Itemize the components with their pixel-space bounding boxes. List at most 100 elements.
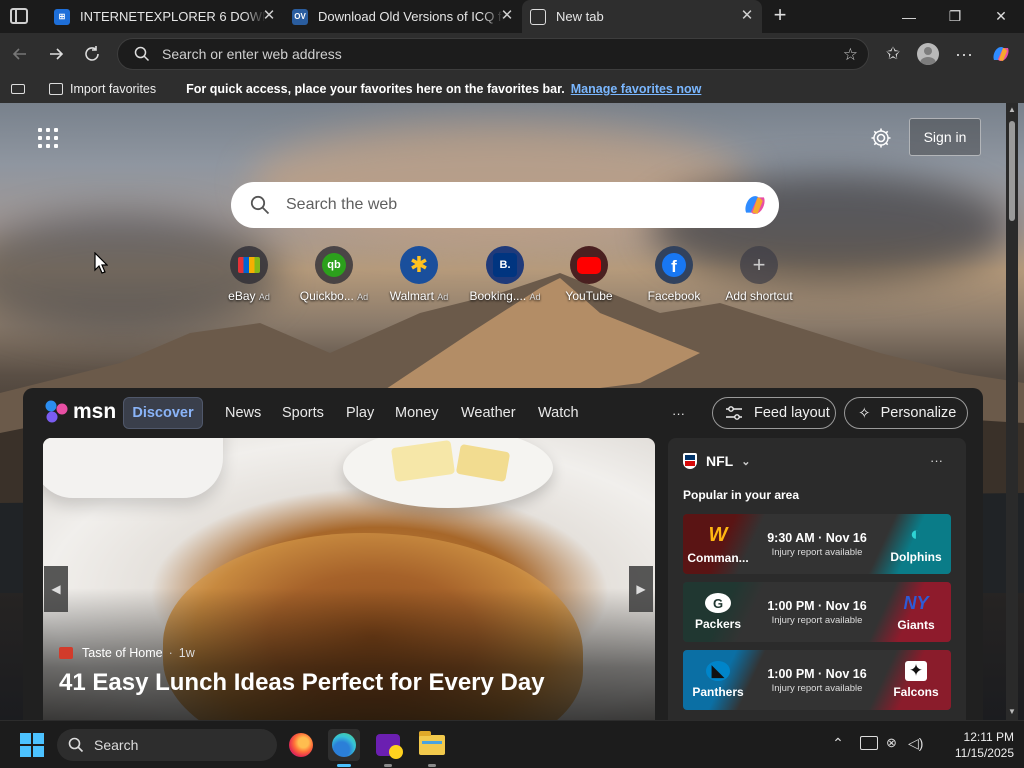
refresh-button[interactable]	[79, 41, 105, 67]
shortcut-quickbooks[interactable]: qb Quickbo... Ad	[291, 246, 377, 303]
profile-avatar-icon[interactable]	[915, 41, 941, 67]
packers-logo: G	[705, 593, 731, 613]
tab-icq-download[interactable]: OV Download Old Versions of ICQ for ✕	[284, 0, 522, 33]
shortcut-ebay[interactable]: eBay Ad	[206, 246, 292, 303]
ad-badge: Ad	[258, 292, 270, 302]
carousel-next-button[interactable]: ▶	[629, 566, 653, 612]
close-tab-icon[interactable]: ✕	[740, 8, 754, 23]
edge-icon[interactable]	[328, 729, 360, 767]
shortcut-youtube[interactable]: YouTube	[546, 246, 632, 303]
import-icon	[49, 83, 63, 95]
settings-more-icon[interactable]: ···	[951, 41, 977, 67]
team-name: Panthers	[692, 685, 744, 699]
search-icon	[250, 195, 270, 215]
tab-watch[interactable]: Watch	[538, 397, 579, 429]
team-name: Packers	[694, 617, 742, 631]
game-row[interactable]: ◣ Panthers 1:00 PM · Nov 16 Injury repor…	[683, 650, 951, 710]
shortcut-facebook[interactable]: f Facebook	[631, 246, 717, 303]
article-headline[interactable]: 41 Easy Lunch Ideas Perfect for Every Da…	[59, 669, 545, 697]
start-button[interactable]	[16, 729, 48, 761]
tab-internetexplorer[interactable]: ⊞ INTERNETEXPLORER 6 DOWNLOAD ✕	[44, 0, 284, 33]
import-favorites-button[interactable]: Import favorites	[70, 82, 156, 96]
newtab-icon	[530, 8, 546, 25]
icq-yahoo-app-icon[interactable]	[372, 729, 404, 767]
tab-actions-icon[interactable]	[10, 8, 28, 24]
tab-weather[interactable]: Weather	[461, 397, 516, 429]
feed-layout-button[interactable]: Feed layout	[712, 397, 836, 429]
tab-money[interactable]: Money	[395, 397, 439, 429]
tab-new-tab[interactable]: New tab ✕	[522, 0, 762, 33]
address-input[interactable]: Search or enter web address	[162, 46, 342, 62]
forward-button[interactable]	[43, 41, 69, 67]
nfl-shield-icon	[683, 453, 697, 469]
apps-launcher-icon[interactable]	[38, 128, 58, 148]
league-selector[interactable]: NFL ⌄	[683, 453, 750, 469]
favorites-icon[interactable]: ✩	[880, 41, 906, 67]
game-time: 1:00 PM · Nov 16	[767, 666, 867, 681]
new-tab-button[interactable]: +	[768, 4, 792, 28]
game-row[interactable]: W Comman... 9:30 AM · Nov 16 Injury repo…	[683, 514, 951, 574]
panther-icon: ◣	[706, 661, 730, 681]
personalize-button[interactable]: ✧ Personalize	[844, 397, 968, 429]
carousel-prev-button[interactable]: ◀	[44, 566, 68, 612]
msn-butterfly-icon	[45, 400, 68, 423]
tab-news[interactable]: News	[225, 397, 261, 429]
sign-in-button[interactable]: Sign in	[909, 118, 981, 156]
feed-more-button[interactable]: ···	[672, 397, 685, 429]
minimize-button[interactable]: —	[886, 0, 932, 33]
facebook-icon: f	[655, 246, 693, 284]
tab-title: INTERNETEXPLORER 6 DOWNLOAD	[80, 9, 266, 24]
clock-date: 11/15/2025	[954, 746, 1014, 760]
volume-icon[interactable]: ◁)	[908, 735, 928, 753]
mouse-cursor-icon	[94, 252, 108, 274]
system-clock[interactable]: 12:11 PM 11/15/2025	[938, 729, 1014, 761]
favorites-bar-icon[interactable]	[11, 84, 25, 94]
ad-badge: Ad	[529, 292, 541, 302]
tab-sports[interactable]: Sports	[282, 397, 324, 429]
favorite-star-icon[interactable]: ☆	[843, 45, 858, 65]
favorites-bar-message: For quick access, place your favorites h…	[186, 82, 565, 96]
page-settings-gear-icon[interactable]	[869, 126, 893, 150]
shortcut-label: eBay	[228, 289, 256, 303]
sparkle-icon: ✧	[858, 405, 871, 422]
shortcut-add[interactable]: + Add shortcut	[716, 246, 802, 303]
tab-discover[interactable]: Discover	[123, 397, 203, 429]
close-tab-icon[interactable]: ✕	[500, 8, 514, 23]
hero-article-card[interactable]: Taste of Home · 1w 41 Easy Lunch Ideas P…	[43, 438, 655, 720]
windows-logo-icon	[20, 733, 44, 757]
network-icon[interactable]: ⊗	[886, 735, 904, 753]
msn-logo[interactable]: msn	[44, 398, 116, 426]
team-name: Giants	[897, 617, 935, 632]
injury-note: Injury report available	[771, 546, 863, 558]
copilot-icon[interactable]	[988, 41, 1014, 67]
shortcut-booking[interactable]: B. Booking.... Ad	[462, 246, 548, 303]
injury-note: Injury report available	[771, 682, 863, 694]
shortcut-label: Quickbo...	[299, 289, 354, 303]
web-search-box[interactable]: Search the web	[231, 182, 779, 228]
game-time: 9:30 AM · Nov 16	[767, 530, 867, 545]
restore-button[interactable]: ❐	[932, 0, 978, 33]
manage-favorites-link[interactable]: Manage favorites now	[571, 82, 702, 96]
shortcut-walmart[interactable]: ✱ Walmart Ad	[376, 246, 462, 303]
display-icon[interactable]	[860, 736, 878, 750]
tab-play[interactable]: Play	[346, 397, 374, 429]
close-window-button[interactable]: ✕	[978, 0, 1024, 33]
sports-more-button[interactable]: ···	[930, 453, 943, 468]
game-row[interactable]: G Packers 1:00 PM · Nov 16 Injury report…	[683, 582, 951, 642]
scrollbar-thumb[interactable]	[1009, 121, 1015, 221]
copilot-icon[interactable]	[741, 191, 769, 219]
back-button[interactable]	[7, 41, 33, 67]
web-search-input[interactable]: Search the web	[286, 196, 397, 214]
page-scrollbar[interactable]: ▲ ▼	[1006, 103, 1018, 720]
show-hidden-icons-chevron-icon[interactable]: ⌃	[830, 735, 846, 751]
article-source[interactable]: Taste of Home · 1w	[59, 646, 195, 660]
giants-logo: NY	[903, 592, 929, 613]
file-explorer-icon[interactable]	[416, 729, 448, 767]
close-tab-icon[interactable]: ✕	[262, 8, 276, 23]
favorites-bar: Import favorites For quick access, place…	[0, 75, 1024, 103]
oldversion-favicon-icon: OV	[292, 8, 308, 25]
address-bar[interactable]: Search or enter web address ☆	[117, 38, 869, 70]
firefox-icon[interactable]	[285, 729, 317, 761]
taste-of-home-icon	[59, 647, 73, 659]
taskbar-search[interactable]: Search	[57, 729, 277, 761]
